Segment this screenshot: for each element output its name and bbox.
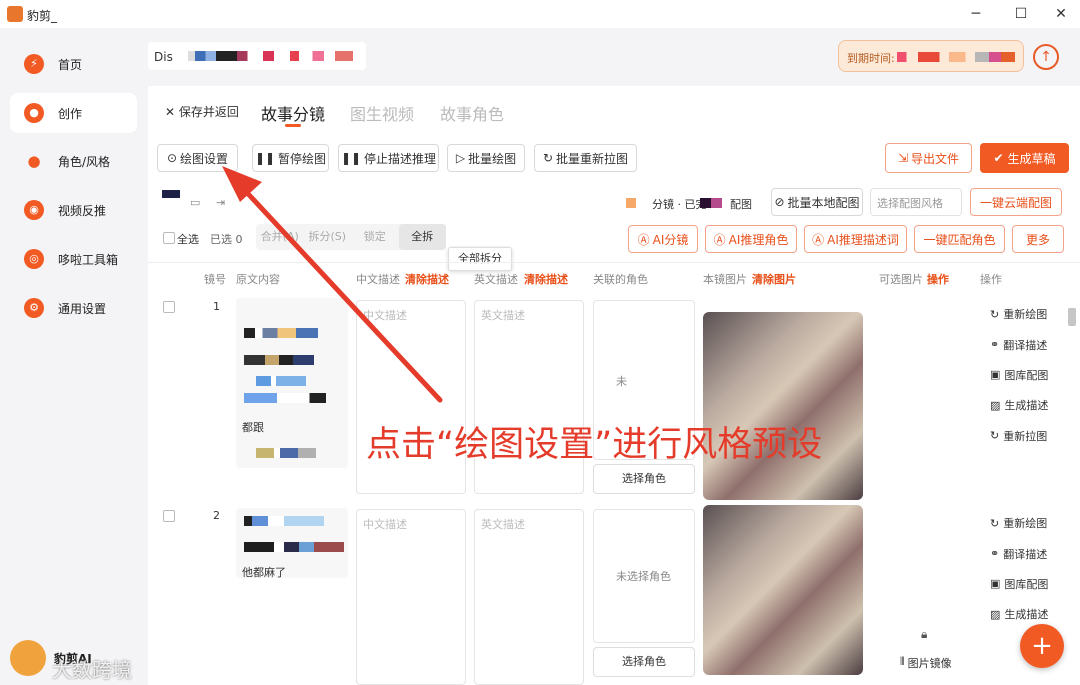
annotation-text: 点击“绘图设置”进行风格预设 [366, 425, 823, 465]
annotation-arrow [222, 166, 443, 403]
